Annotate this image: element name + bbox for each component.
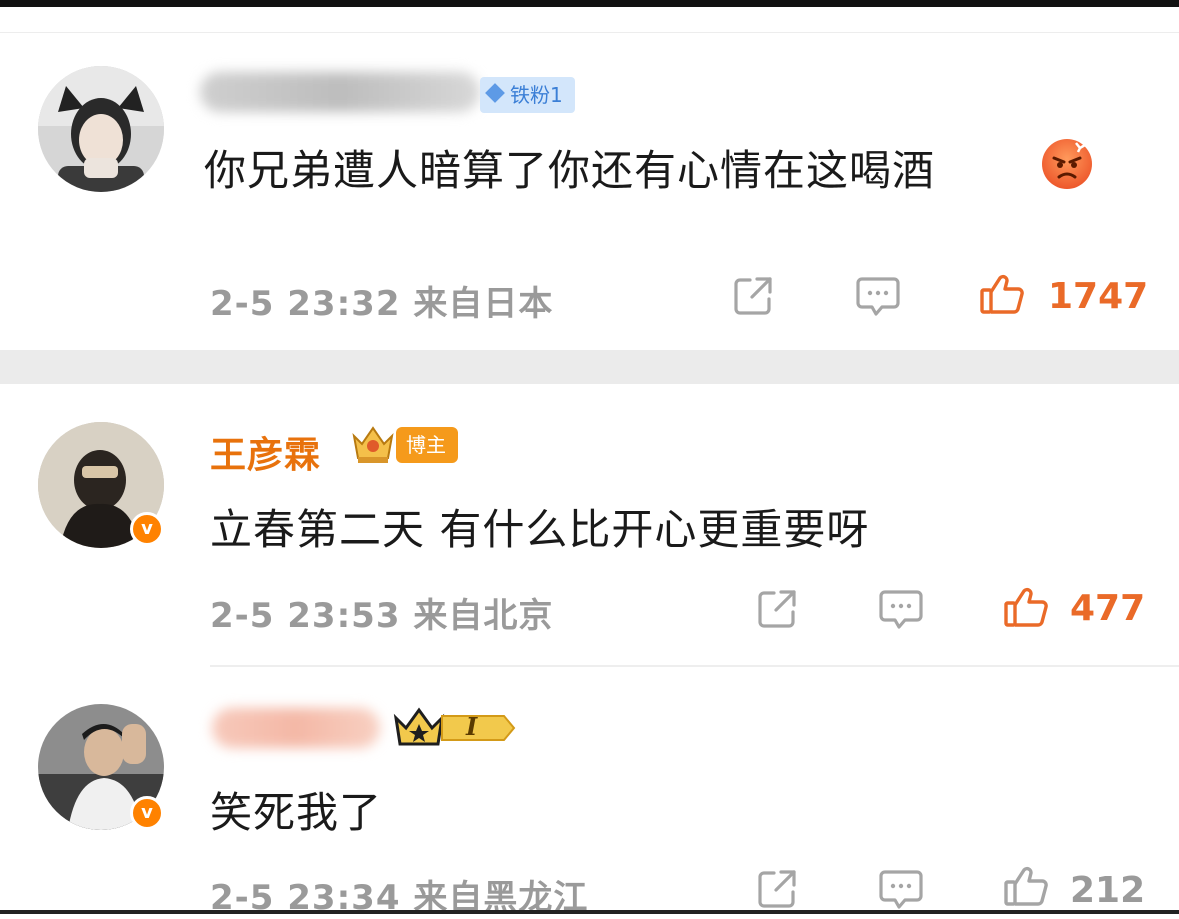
like-icon[interactable] [978, 272, 1026, 322]
blogger-badge: 博主 [396, 427, 458, 463]
comment-text[interactable]: 笑死我了 [210, 779, 382, 840]
comment-icon[interactable] [854, 273, 902, 323]
section-gap [0, 350, 1179, 384]
comment-meta: 2-5 23:32 来自日本 [210, 284, 554, 324]
crown-badge-icon [350, 422, 396, 470]
avatar[interactable] [38, 66, 164, 192]
separator [0, 32, 1179, 33]
like-icon[interactable] [1002, 585, 1050, 635]
username-blurred[interactable] [212, 708, 380, 748]
username-blurred[interactable] [200, 72, 480, 112]
comment-icon[interactable] [877, 866, 925, 916]
like-icon[interactable] [1002, 864, 1050, 914]
like-count: 1747 [1048, 276, 1149, 317]
username[interactable]: 王彦霖 [210, 426, 321, 478]
bottom-edge [0, 910, 1179, 914]
comment-text[interactable]: 你兄弟遭人暗算了你还有心情在这喝酒 [204, 137, 935, 198]
share-icon[interactable] [730, 273, 776, 323]
fan-level-badge: 铁粉1 [480, 77, 575, 113]
share-icon[interactable] [754, 586, 800, 636]
comment-meta: 2-5 23:53 来自北京 [210, 596, 554, 636]
verified-badge: v [130, 796, 164, 830]
comment-icon[interactable] [877, 586, 925, 636]
member-crown-icon [392, 704, 516, 756]
top-edge [0, 0, 1179, 7]
comment-divider [210, 665, 1179, 667]
verified-badge: v [130, 512, 164, 546]
angry-face-emoji [1042, 139, 1092, 189]
comment-text[interactable]: 立春第二天 有什么比开心更重要呀 [210, 496, 869, 557]
like-count: 477 [1070, 588, 1146, 629]
share-icon[interactable] [754, 866, 800, 916]
like-count: 212 [1070, 870, 1146, 911]
member-level: I [466, 712, 478, 741]
